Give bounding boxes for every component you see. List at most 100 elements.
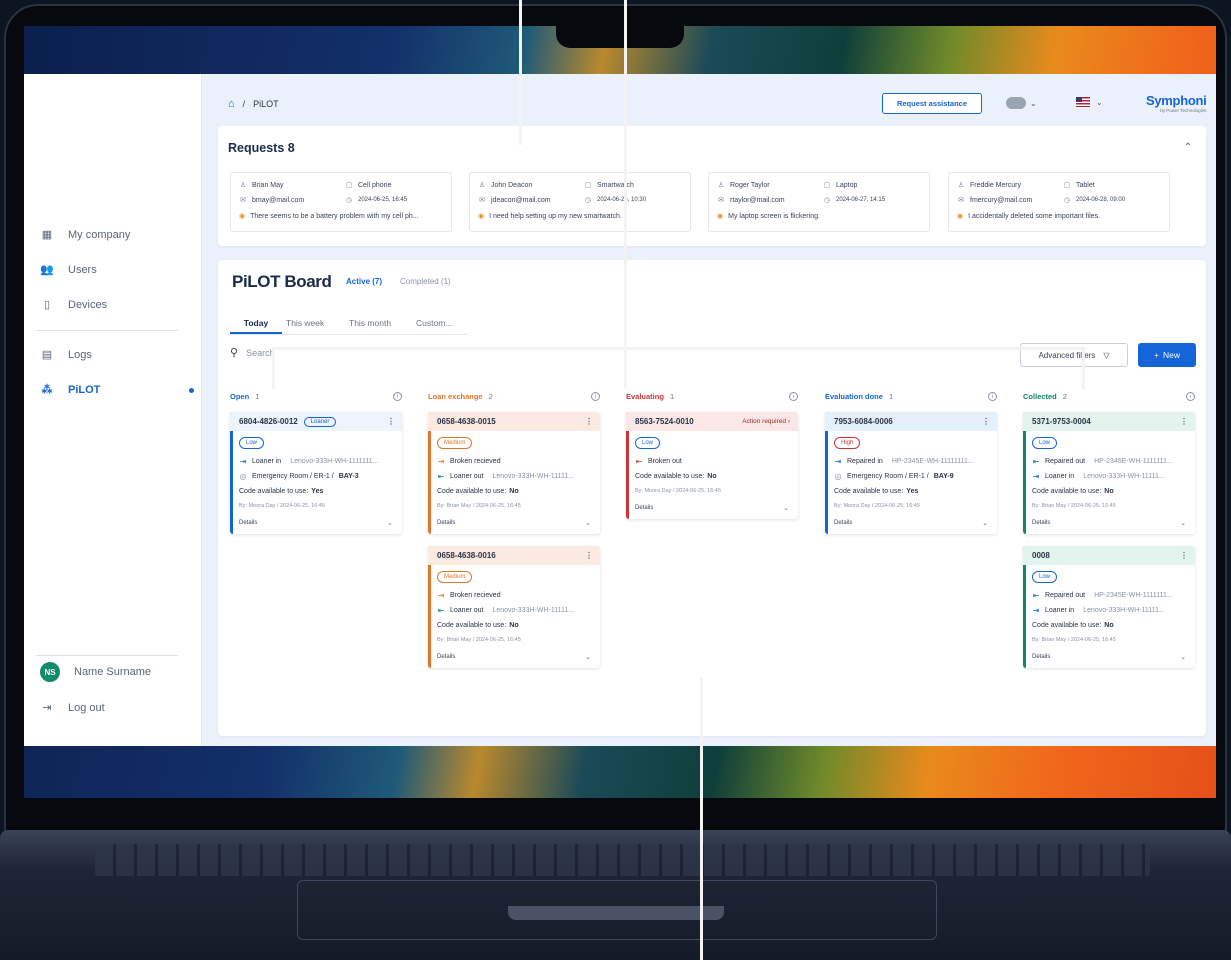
request-date: 2024-06-28, 09:00	[1076, 197, 1126, 203]
request-date: 2024-06-25, 16:45	[358, 197, 408, 203]
action-required-link[interactable]: Action required ›	[742, 418, 790, 425]
tab-active[interactable]: Active (7)	[346, 277, 382, 286]
tab-custom[interactable]: Custom...	[416, 316, 452, 334]
new-button[interactable]: + New	[1138, 343, 1196, 367]
phone-icon: ▯	[43, 298, 51, 311]
ticket-card[interactable]: 0658-4638-0015 ⋮ Medium ⇥ Broken recieved ⇤ Lo…	[428, 412, 600, 534]
arrow-out-icon: ⇤	[635, 457, 643, 466]
callout-line	[272, 347, 275, 389]
arrow-in-icon: ⇥	[437, 457, 445, 466]
ticket-card[interactable]: 0658-4638-0016 ⋮ Medium ⇥ Broken recieved ⇤ Lo…	[428, 546, 600, 668]
request-card[interactable]: ♙ Roger Taylor ▢ Laptop ✉ rtaylor@mail.com ◷ 20…	[708, 172, 930, 232]
card-header: 8563-7524-0010 Action required ›	[626, 412, 798, 431]
search-input[interactable]: ⚲ Search	[230, 346, 275, 359]
info-icon[interactable]: i	[789, 392, 798, 401]
camera-notch	[556, 26, 684, 48]
info-icon[interactable]: i	[988, 392, 997, 401]
tab-this-week[interactable]: This week	[286, 316, 324, 334]
request-date: 2024-06-27, 14:15	[836, 197, 886, 203]
details-toggle[interactable]: Details ⌄	[437, 646, 591, 668]
code-value: Yes	[311, 488, 324, 495]
device-id: Lenovo-333H-WH-11111...	[492, 473, 575, 480]
status-text: Broken out	[648, 458, 682, 465]
chat-menu[interactable]: ⌄	[1006, 97, 1037, 109]
author-timestamp: By: Brian May / 2024-06-25, 16:45	[437, 636, 521, 643]
request-card[interactable]: ♙ Brian May ▢ Cell phone ✉ bmay@mail.com ◷ 2024…	[230, 172, 452, 232]
code-value: No	[509, 622, 519, 629]
sidebar-item-devices[interactable]: ▯ Devices	[40, 295, 190, 315]
more-options-icon[interactable]: ⋮	[1180, 551, 1188, 560]
device-id: Lenovo-333H-WH-11111...	[1083, 607, 1165, 614]
mail-icon: ✉	[479, 197, 485, 204]
sidebar-item-logs[interactable]: ▤ Logs	[40, 345, 190, 365]
mail-icon: ✉	[958, 197, 964, 204]
code-availability: Code available to use: No	[1032, 484, 1186, 499]
request-device: Laptop	[836, 181, 858, 189]
sidebar-item-pilot[interactable]: ⁂ PiLOT	[40, 380, 194, 400]
person-icon: ♙	[478, 182, 486, 189]
status-text: Loaner in	[1045, 607, 1075, 614]
code-availability: Code available to use: No	[1032, 618, 1186, 633]
request-date: 2024-06-26, 10:30	[597, 197, 647, 203]
request-card[interactable]: ♙ John Deacon ▢ Smartwatch ✉ jdeacon@mail.com…	[469, 172, 691, 232]
details-toggle[interactable]: Details ⌄	[834, 512, 988, 534]
device-id: HP-2345E-WH-11111111...	[891, 458, 974, 465]
details-toggle[interactable]: Details ⌄	[437, 512, 591, 534]
column-header: Evaluation done 1 i	[825, 392, 997, 401]
request-name: Freddie Mercury	[970, 181, 1021, 189]
request-email: jdeacon@mail.com	[491, 196, 551, 204]
info-icon[interactable]: i	[1186, 392, 1195, 401]
ticket-card[interactable]: 7953-6084-0006 ⋮ High ⇥ Repaired in HP-2345E-…	[825, 412, 997, 534]
ticket-id: 5371-9753-0004	[1032, 417, 1091, 426]
code-value: No	[707, 473, 717, 480]
details-toggle[interactable]: Details ⌄	[239, 512, 393, 534]
more-options-icon[interactable]: ⋮	[1180, 417, 1188, 426]
request-assistance-button[interactable]: Request assistance	[882, 93, 982, 114]
arrow-in-icon: ⇥	[239, 457, 247, 466]
more-options-icon[interactable]: ⋮	[387, 417, 395, 426]
ticket-card[interactable]: 5371-9753-0004 ⋮ Low ⇤ Repaired out HP-2345E-…	[1023, 412, 1195, 534]
new-button-label: New	[1162, 350, 1180, 360]
language-menu[interactable]: ⌄	[1076, 97, 1103, 107]
sidebar-item-users[interactable]: 👥 Users	[40, 260, 190, 280]
user-name: Name Surname	[74, 666, 152, 678]
logout-button[interactable]: ⇥ Log out	[40, 698, 190, 718]
arrow-out-icon: ⇤	[1032, 591, 1040, 600]
person-icon: ♙	[957, 182, 965, 189]
priority-badge: Low	[635, 437, 661, 449]
arrow-in-icon: ⇥	[1032, 472, 1040, 481]
ticket-card[interactable]: 0008 ⋮ Low ⇤ Repaired out HP-2345E-WH-1111111…	[1023, 546, 1195, 668]
more-options-icon[interactable]: ⋮	[585, 417, 593, 426]
user-profile[interactable]: NS Name Surname	[40, 662, 190, 682]
tab-this-month[interactable]: This month	[349, 316, 391, 334]
home-icon[interactable]: ⌂	[228, 98, 235, 110]
top-bar: ⌂ / PiLOT Request assistance ⌄ ⌄ Symphon…	[202, 74, 1216, 126]
keyboard	[95, 844, 1150, 876]
tab-completed[interactable]: Completed (1)	[400, 277, 451, 286]
request-device: Tablet	[1076, 181, 1095, 189]
sidebar-item-my-company[interactable]: ▦ My company	[40, 225, 190, 245]
details-toggle[interactable]: Details ⌄	[635, 497, 789, 519]
document-icon: ▤	[41, 348, 53, 361]
users-icon: 👥	[40, 263, 54, 276]
more-options-icon[interactable]: ⋮	[585, 551, 593, 560]
collapse-chevron-icon[interactable]: ⌃	[1184, 142, 1192, 153]
more-options-icon[interactable]: ⋮	[982, 417, 990, 426]
location-pin-icon: ◎	[834, 472, 842, 481]
status-text: Emergency Room / ER-1 /	[847, 473, 929, 480]
status-line: ⇥ Broken recieved	[437, 454, 591, 469]
arrow-in-icon: ⇥	[1032, 606, 1040, 615]
info-icon[interactable]: i	[393, 392, 402, 401]
ticket-card[interactable]: 6804-4826-0012 Loaner ⋮ Low ⇥ Loaner in Lenovo…	[230, 412, 402, 534]
laptop-scene: ▦ My company 👥 Users ▯ Devices ▤ Logs ⁂ PiLOT…	[0, 0, 1231, 960]
details-toggle[interactable]: Details ⌄	[1032, 646, 1186, 668]
details-toggle[interactable]: Details ⌄	[1032, 512, 1186, 534]
ticket-id: 0658-4638-0015	[437, 417, 496, 426]
callout-line	[624, 0, 627, 388]
breadcrumb-separator: /	[242, 99, 246, 109]
ticket-card[interactable]: 8563-7524-0010 Action required › Low ⇤ Broke…	[626, 412, 798, 519]
priority-badge: Low	[239, 437, 265, 449]
request-card[interactable]: ♙ Freddie Mercury ▢ Tablet ✉ fmercury@mail.co…	[948, 172, 1170, 232]
info-icon[interactable]: i	[591, 392, 600, 401]
tab-today[interactable]: Today	[230, 316, 282, 334]
